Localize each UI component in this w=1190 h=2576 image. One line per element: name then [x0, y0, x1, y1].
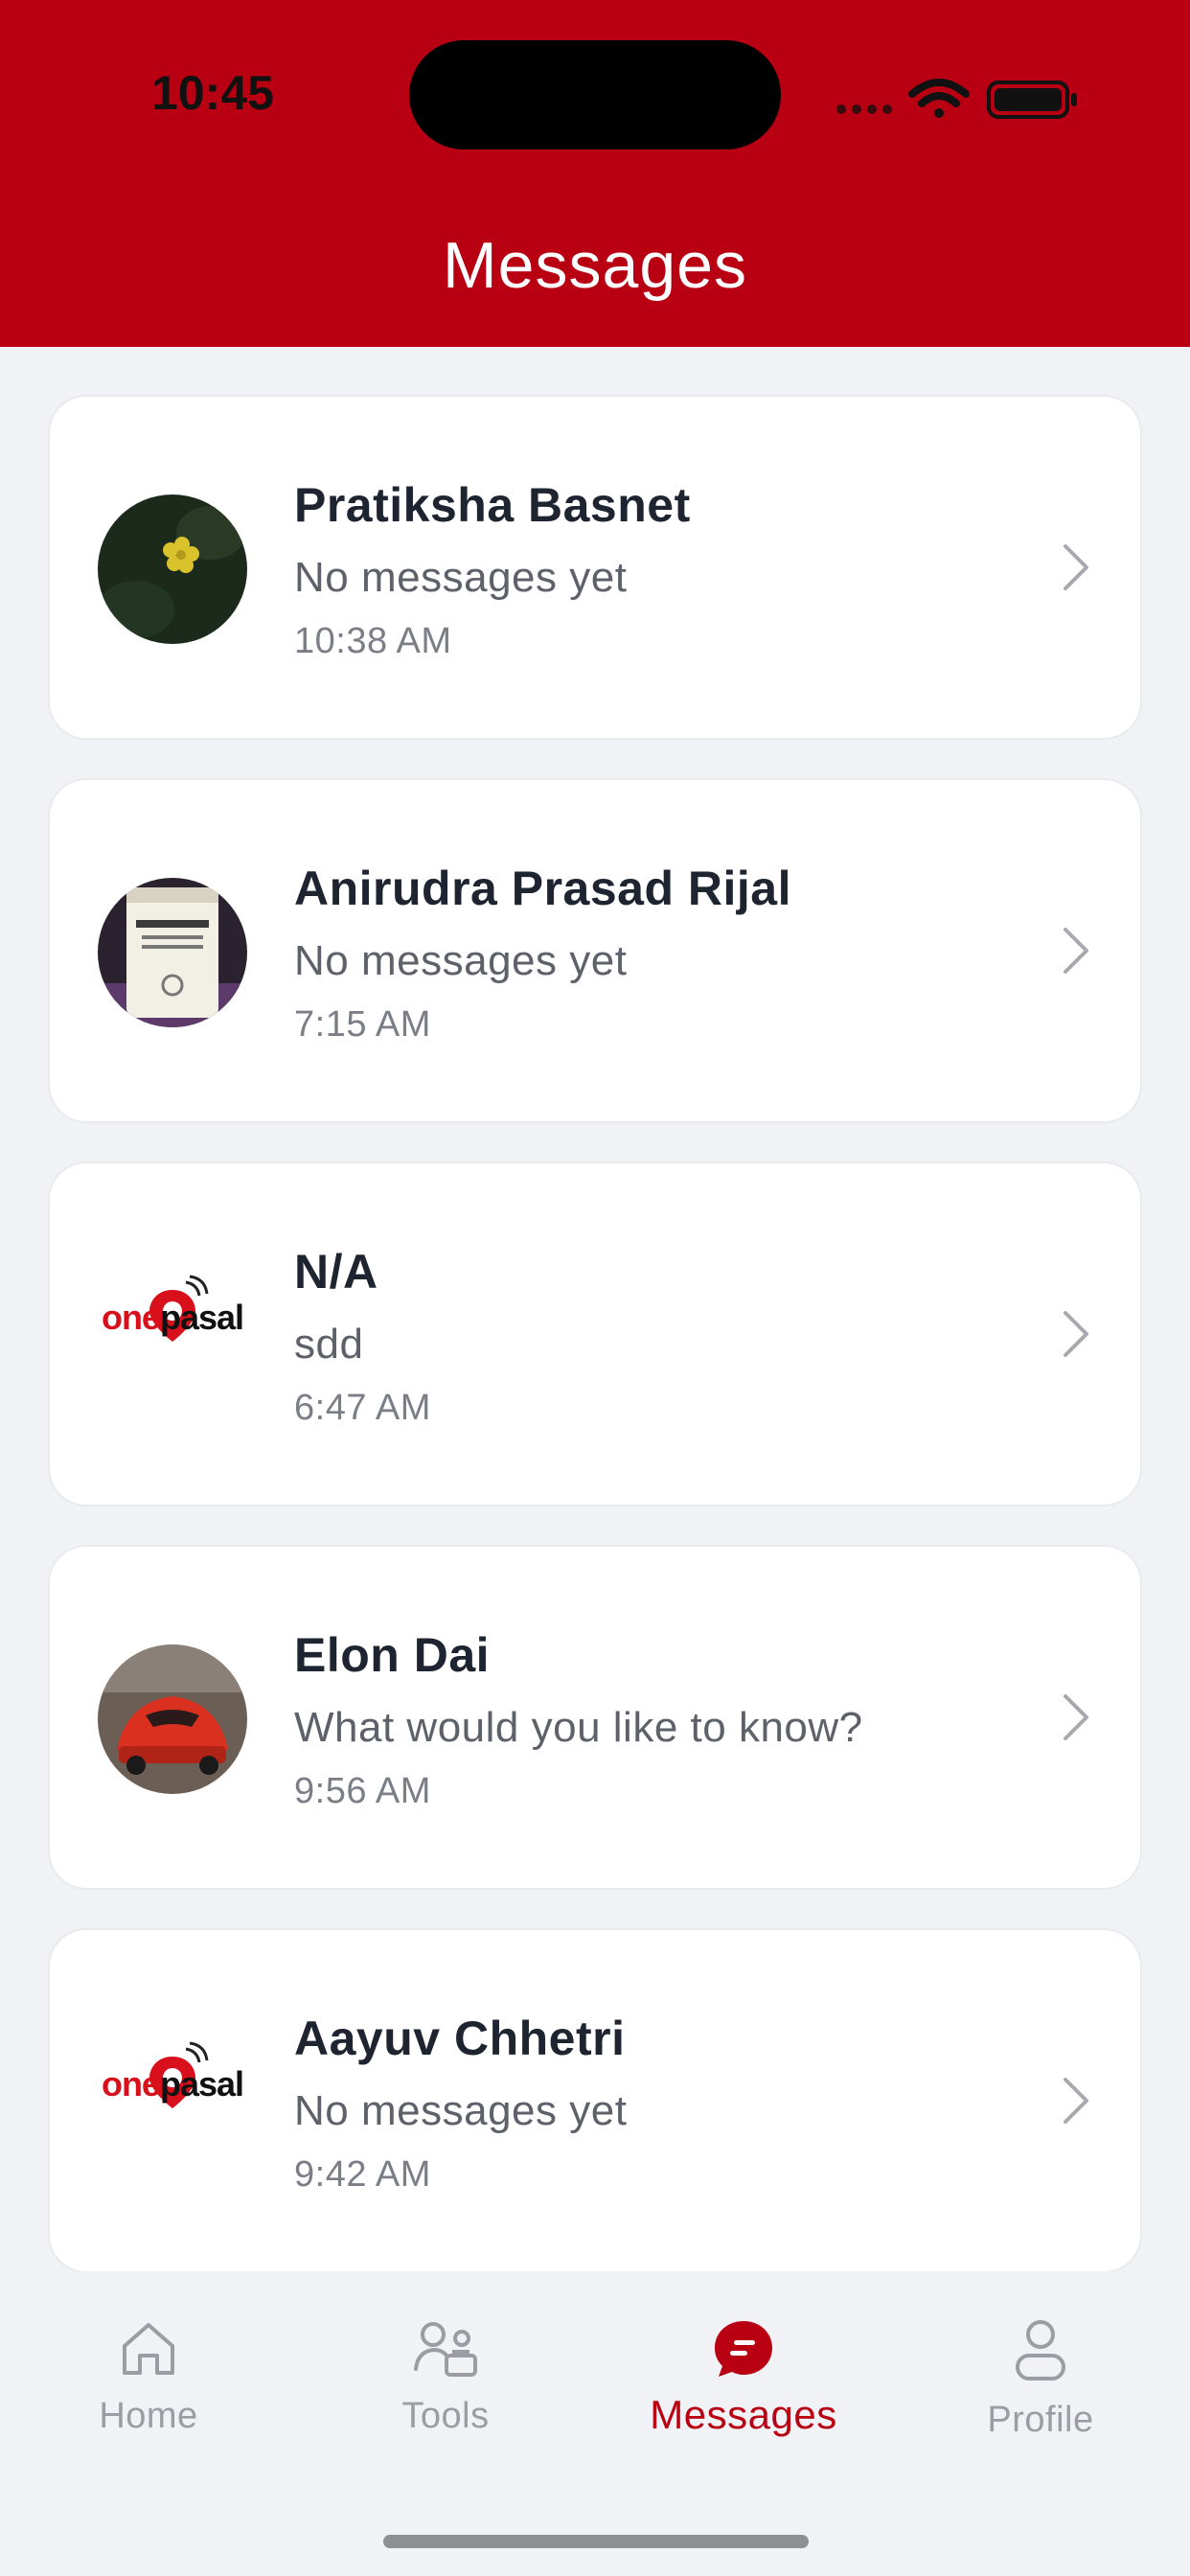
dynamic-island: [409, 40, 781, 150]
messages-icon: [715, 2321, 772, 2377]
conversation-item[interactable]: Elon Dai What would you like to know? 9:…: [50, 1547, 1140, 1888]
conversation-item[interactable]: Anirudra Prasad Rijal No messages yet 7:…: [50, 780, 1140, 1121]
flower-photo-avatar: [98, 494, 247, 644]
profile-icon: [1016, 2320, 1065, 2380]
wifi-icon: [908, 79, 970, 118]
tab-profile-label: Profile: [987, 2400, 1094, 2440]
status-time: 10:45: [151, 66, 274, 120]
tab-tools[interactable]: Tools: [297, 2319, 594, 2463]
tab-tools-label: Tools: [401, 2396, 490, 2436]
home-indicator: [383, 2535, 809, 2548]
tab-messages-label: Messages: [650, 2392, 837, 2437]
bottle-photo-avatar: [98, 878, 247, 1027]
message-preview: No messages yet: [294, 937, 628, 984]
chevron-right-icon: [1064, 928, 1088, 974]
bottom-tab-bar: Home Tools Messages Profile: [0, 2271, 1190, 2576]
contact-name: Pratiksha Basnet: [294, 478, 691, 532]
message-time: 10:38 AM: [294, 621, 452, 661]
tab-home[interactable]: Home: [0, 2319, 297, 2463]
message-time: 9:56 AM: [294, 1771, 431, 1811]
message-time: 7:15 AM: [294, 1004, 431, 1045]
status-icons: [836, 79, 1077, 119]
message-time: 6:47 AM: [294, 1388, 431, 1428]
page-title: Messages: [443, 229, 747, 302]
onepasal-wordmark: onepasal: [101, 2064, 244, 2104]
message-preview: No messages yet: [294, 2087, 628, 2134]
tab-home-label: Home: [99, 2396, 198, 2436]
contact-name: Anirudra Prasad Rijal: [294, 862, 791, 915]
car-photo-avatar: [98, 1644, 247, 1794]
signal-icon: [836, 104, 892, 114]
tab-profile[interactable]: Profile: [892, 2319, 1189, 2463]
tab-messages[interactable]: Messages: [595, 2319, 892, 2463]
onepasal-wordmark: onepasal: [101, 1298, 244, 1337]
contact-name: Aayuv Chhetri: [294, 2012, 626, 2065]
battery-icon: [987, 80, 1077, 119]
chevron-right-icon: [1064, 1311, 1088, 1357]
message-preview: No messages yet: [294, 554, 628, 601]
chevron-right-icon: [1064, 1694, 1088, 1740]
message-preview: What would you like to know?: [294, 1704, 863, 1751]
chevron-right-icon: [1064, 2078, 1088, 2124]
message-time: 9:42 AM: [294, 2154, 431, 2195]
conversation-item[interactable]: Pratiksha Basnet No messages yet 10:38 A…: [50, 397, 1140, 738]
chevron-right-icon: [1064, 544, 1088, 590]
tools-icon: [414, 2322, 477, 2377]
contact-name: Elon Dai: [294, 1628, 491, 1682]
home-icon: [123, 2323, 174, 2375]
message-preview: sdd: [294, 1321, 364, 1368]
app-header: 10:45 Messages: [0, 0, 1190, 347]
contact-name: N/A: [294, 1245, 378, 1299]
